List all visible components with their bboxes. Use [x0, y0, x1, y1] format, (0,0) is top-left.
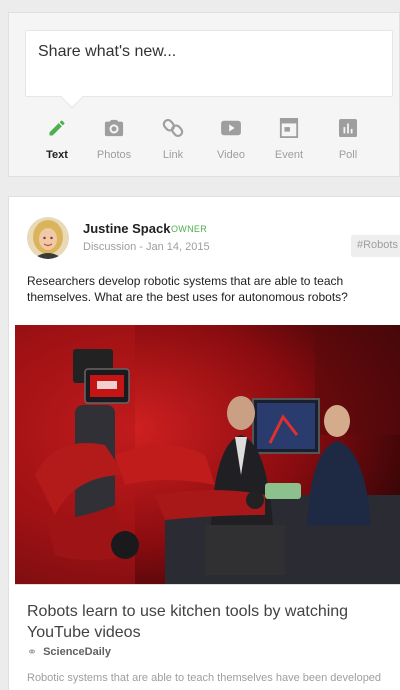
pencil-icon [46, 117, 68, 139]
link-title[interactable]: Robots learn to use kitchen tools by wat… [27, 601, 393, 643]
post-date[interactable]: Jan 14, 2015 [146, 241, 210, 253]
share-input-notch [60, 85, 84, 109]
share-action-event[interactable]: Event [260, 113, 318, 168]
link-snippet: Robotic systems that are able to teach t… [27, 672, 382, 684]
post-meta: Discussion - Jan 14, 2015 [83, 241, 210, 253]
post-category[interactable]: Discussion [83, 241, 136, 253]
poll-icon [337, 117, 359, 139]
post-text: Researchers develop robotic systems that… [27, 274, 348, 304]
link-source[interactable]: ⚭ ScienceDaily [27, 645, 111, 659]
meta-separator: - [136, 241, 146, 253]
avatar[interactable] [27, 217, 69, 259]
author-name[interactable]: Justine Spack [83, 221, 170, 236]
share-action-label: Photos [96, 149, 132, 161]
share-action-poll[interactable]: Poll [319, 113, 377, 168]
share-box: Share what's new... Text Photos Link Vid… [8, 12, 400, 177]
share-action-video[interactable]: Video [202, 113, 260, 168]
share-input[interactable]: Share what's new... [25, 30, 393, 109]
share-action-label: Text [46, 149, 68, 161]
link-icon [162, 117, 184, 139]
share-actions: Text Photos Link Video Event Poll [9, 113, 400, 168]
source-name: ScienceDaily [43, 646, 111, 658]
share-action-text[interactable]: Text [28, 113, 86, 168]
link-preview-image[interactable] [15, 325, 400, 585]
share-action-label: Link [162, 149, 184, 161]
post-card: Justine Spack OWNER Discussion - Jan 14,… [8, 196, 400, 690]
video-icon [220, 117, 242, 139]
share-action-label: Event [274, 149, 304, 161]
share-action-link[interactable]: Link [144, 113, 202, 168]
camera-icon [103, 117, 125, 139]
event-icon [278, 117, 300, 139]
share-action-label: Poll [338, 149, 358, 161]
share-placeholder: Share what's new... [38, 43, 177, 60]
share-action-label: Video [217, 149, 245, 161]
community-icon: ⚭ [27, 645, 38, 659]
hashtag-chip[interactable]: #Robots [351, 235, 400, 257]
share-action-photos[interactable]: Photos [85, 113, 143, 168]
owner-badge: OWNER [171, 224, 207, 234]
